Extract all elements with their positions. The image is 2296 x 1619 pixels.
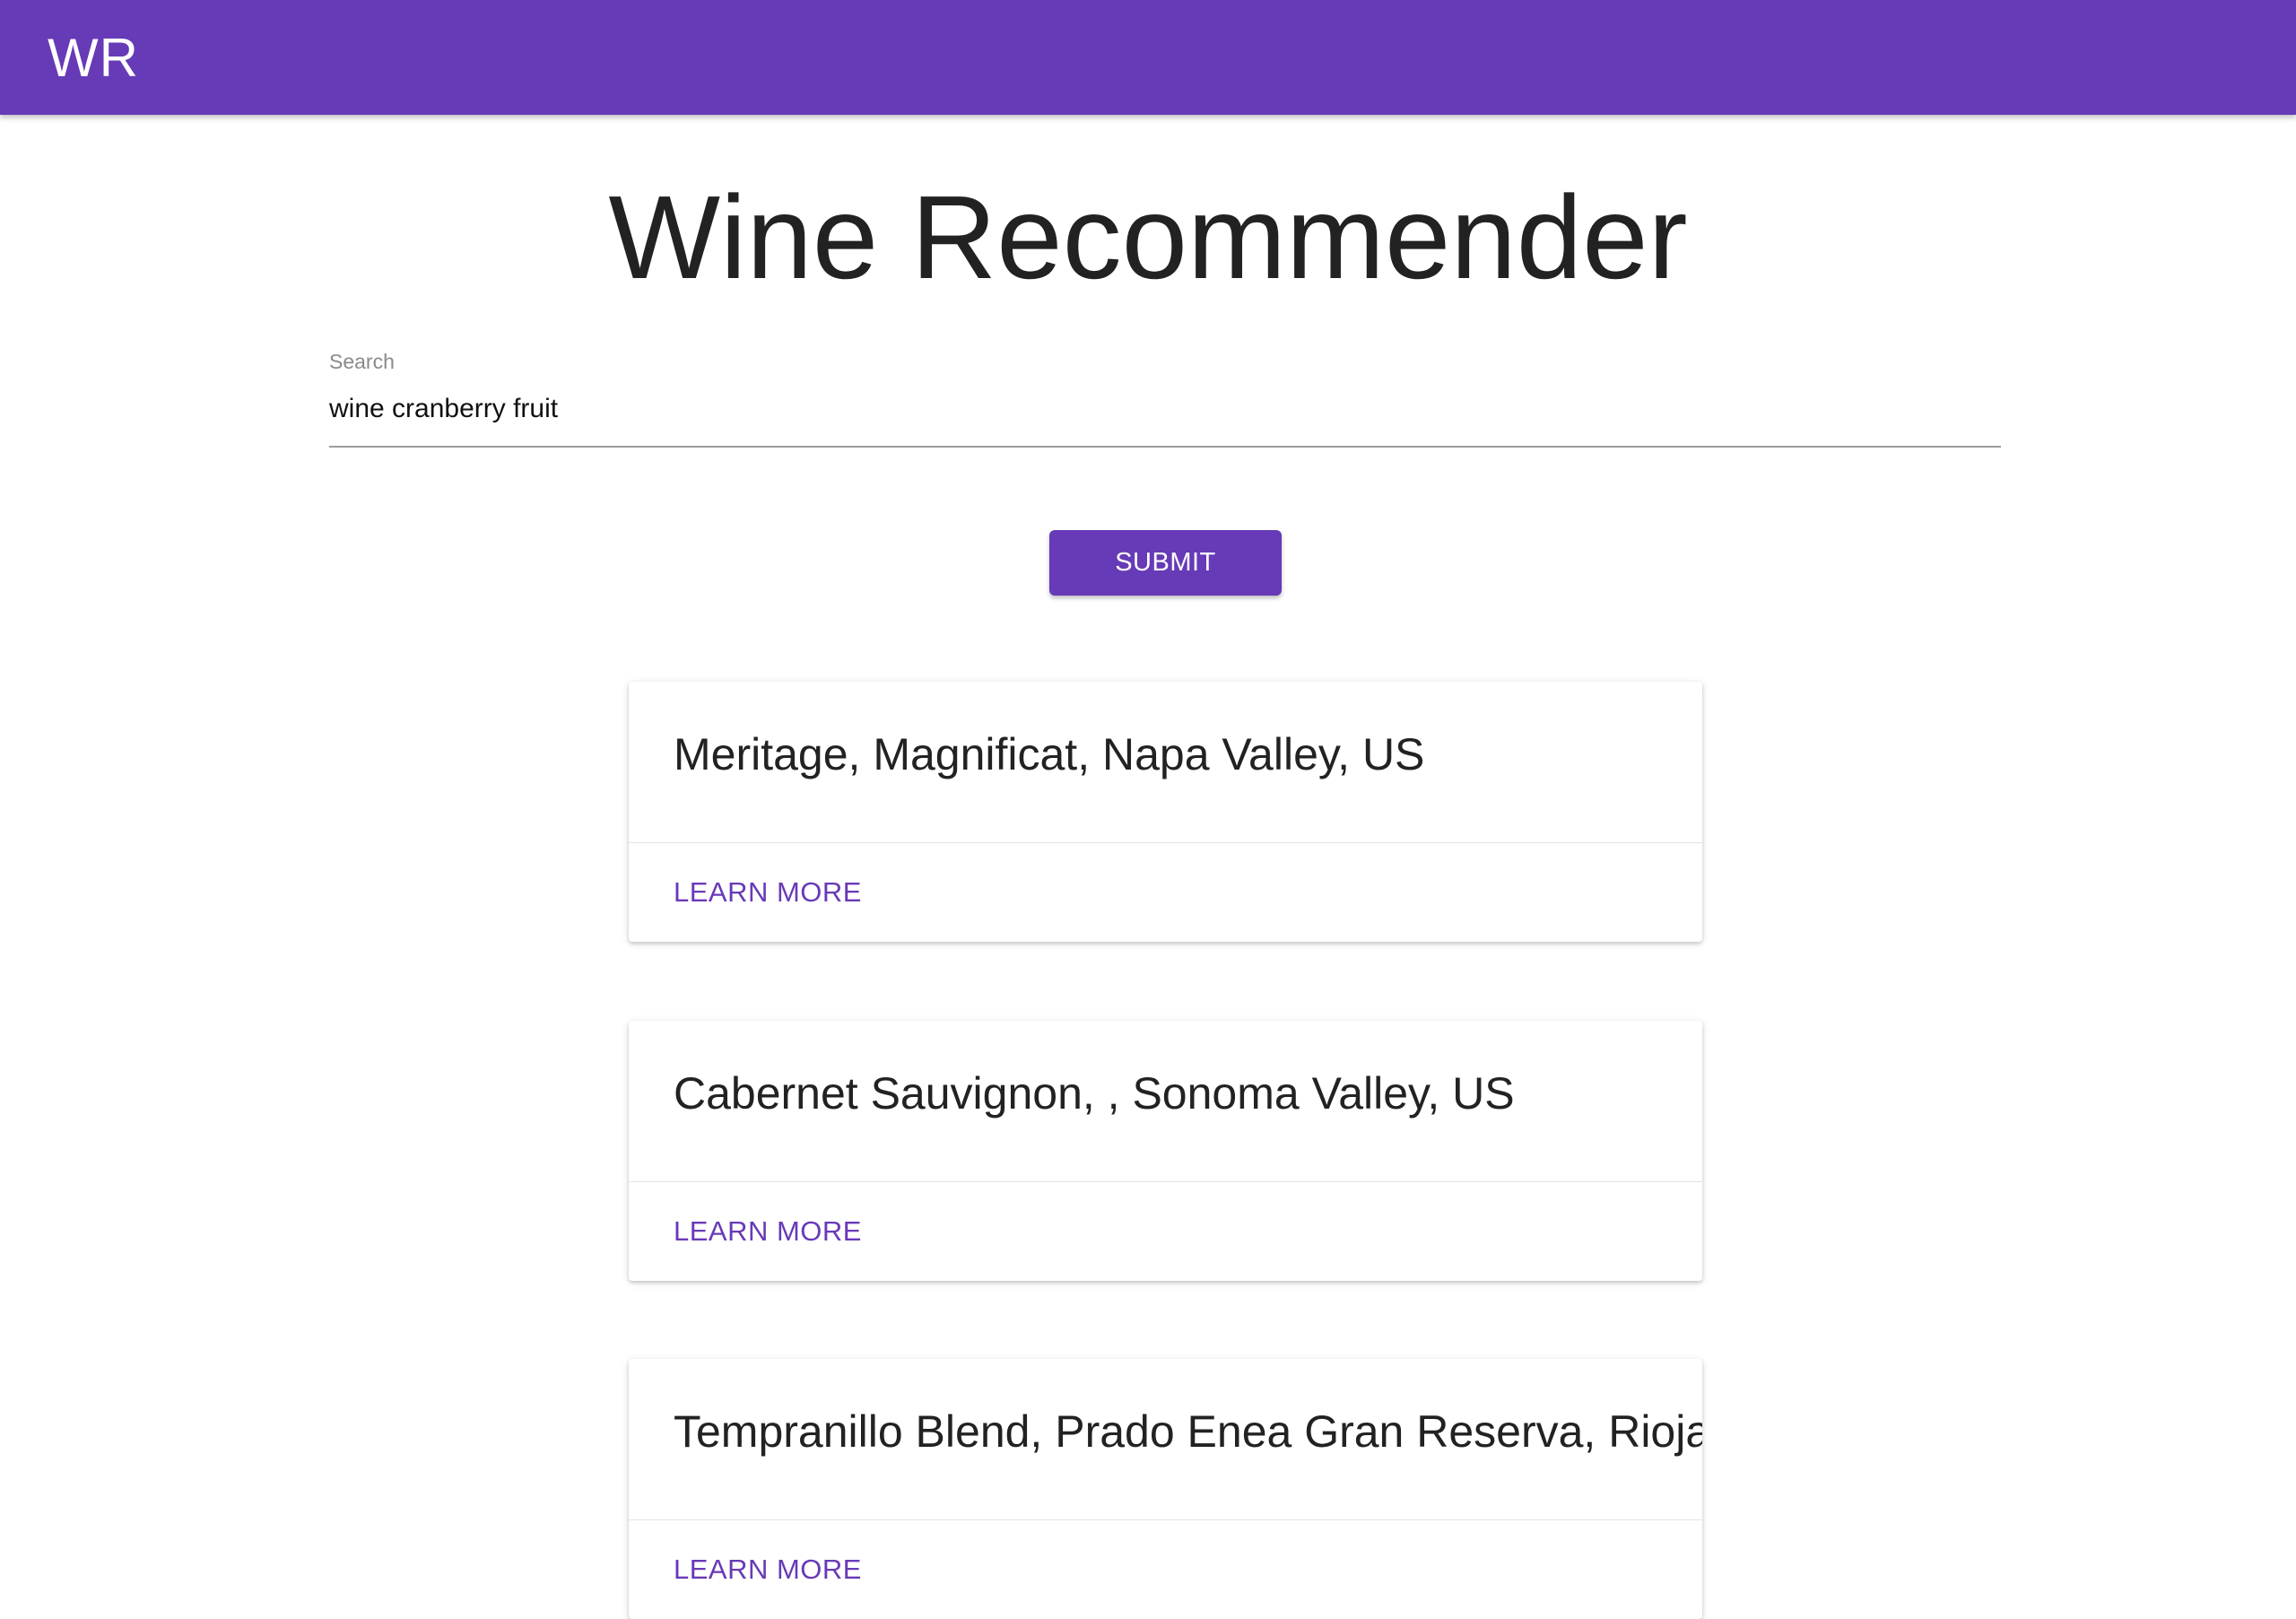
search-input[interactable] [329, 394, 2001, 448]
card-actions: LEARN MORE [629, 1182, 1702, 1281]
result-card-title: Tempranillo Blend, Prado Enea Gran Reser… [674, 1406, 1702, 1457]
result-card-title: Meritage, Magnificat, Napa Valley, US [674, 729, 1425, 779]
app-bar: WR [0, 0, 2296, 115]
search-field: Search [329, 350, 2001, 448]
learn-more-button[interactable]: LEARN MORE [674, 876, 862, 909]
result-card: Cabernet Sauvignon, , Sonoma Valley, US … [629, 1021, 1702, 1281]
submit-button[interactable]: SUBMIT [1049, 530, 1282, 596]
brand-logo[interactable]: WR [48, 27, 139, 89]
result-card-title: Cabernet Sauvignon, , Sonoma Valley, US [674, 1068, 1515, 1119]
learn-more-button[interactable]: LEARN MORE [674, 1215, 862, 1248]
result-card: Tempranillo Blend, Prado Enea Gran Reser… [629, 1359, 1702, 1619]
card-actions: LEARN MORE [629, 1520, 1702, 1619]
search-label: Search [329, 350, 395, 373]
card-actions: LEARN MORE [629, 843, 1702, 942]
result-card: Meritage, Magnificat, Napa Valley, US LE… [629, 682, 1702, 942]
page-title: Wine Recommender [608, 171, 1688, 303]
learn-more-button[interactable]: LEARN MORE [674, 1554, 862, 1586]
